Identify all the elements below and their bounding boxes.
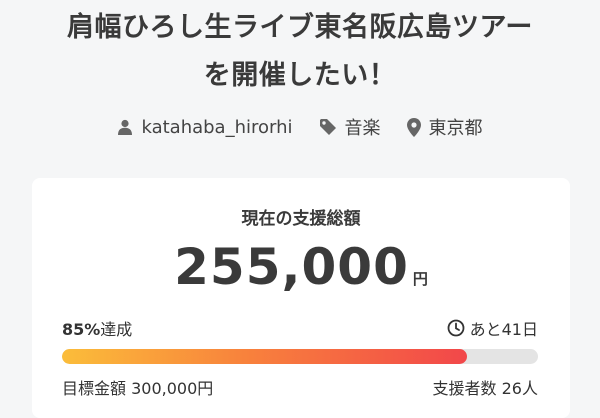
- progress-info: 85%達成 あと41日: [62, 316, 538, 340]
- tag-icon: [319, 119, 336, 135]
- project-title-line2: を開催したい！: [203, 60, 397, 91]
- owner-link[interactable]: katahaba_hirorhi: [117, 116, 293, 138]
- days-remaining: あと41日: [447, 316, 538, 340]
- funding-stats: 目標金額 300,000円 支援者数 26人: [62, 375, 538, 399]
- achievement-suffix: 達成: [100, 320, 133, 339]
- goal-value: 300,000円: [131, 379, 214, 398]
- funding-amount-row: 255,000 円: [32, 238, 570, 296]
- category-link[interactable]: 音楽: [319, 114, 381, 140]
- supporters-value: 26人: [501, 379, 538, 398]
- progress-bar: [62, 349, 538, 364]
- supporters-label: 支援者数: [432, 379, 497, 398]
- achievement-percent: 85%: [62, 320, 101, 339]
- funding-card: 現在の支援総額 255,000 円 85%達成 あと41日 目標金額 300,00…: [32, 178, 570, 418]
- category-name: 音楽: [344, 118, 381, 139]
- goal-amount: 目標金額 300,000円: [62, 375, 213, 399]
- project-title: 肩幅ひろし生ライブ東名阪広島ツアー を開催したい！: [0, 4, 600, 100]
- funding-label: 現在の支援総額: [241, 209, 361, 229]
- goal-label: 目標金額: [62, 379, 127, 398]
- project-title-line1: 肩幅ひろし生ライブ東名阪広島ツアー: [67, 12, 533, 43]
- owner-name: katahaba_hirorhi: [141, 116, 293, 138]
- clock-icon: [447, 319, 465, 337]
- days-left-text: あと41日: [469, 320, 538, 339]
- supporter-count: 支援者数 26人: [433, 375, 538, 399]
- funding-amount: 255,000: [174, 238, 409, 296]
- location-name: 東京都: [428, 118, 483, 139]
- user-icon: [118, 119, 133, 135]
- achievement-rate: 85%達成: [62, 316, 132, 340]
- location-pin-icon: [406, 117, 421, 137]
- progress-bar-fill: [62, 349, 467, 364]
- location-link[interactable]: 東京都: [406, 114, 483, 140]
- project-meta: katahaba_hirorhi 音楽 東京都: [0, 114, 600, 140]
- funding-amount-unit: 円: [412, 270, 428, 288]
